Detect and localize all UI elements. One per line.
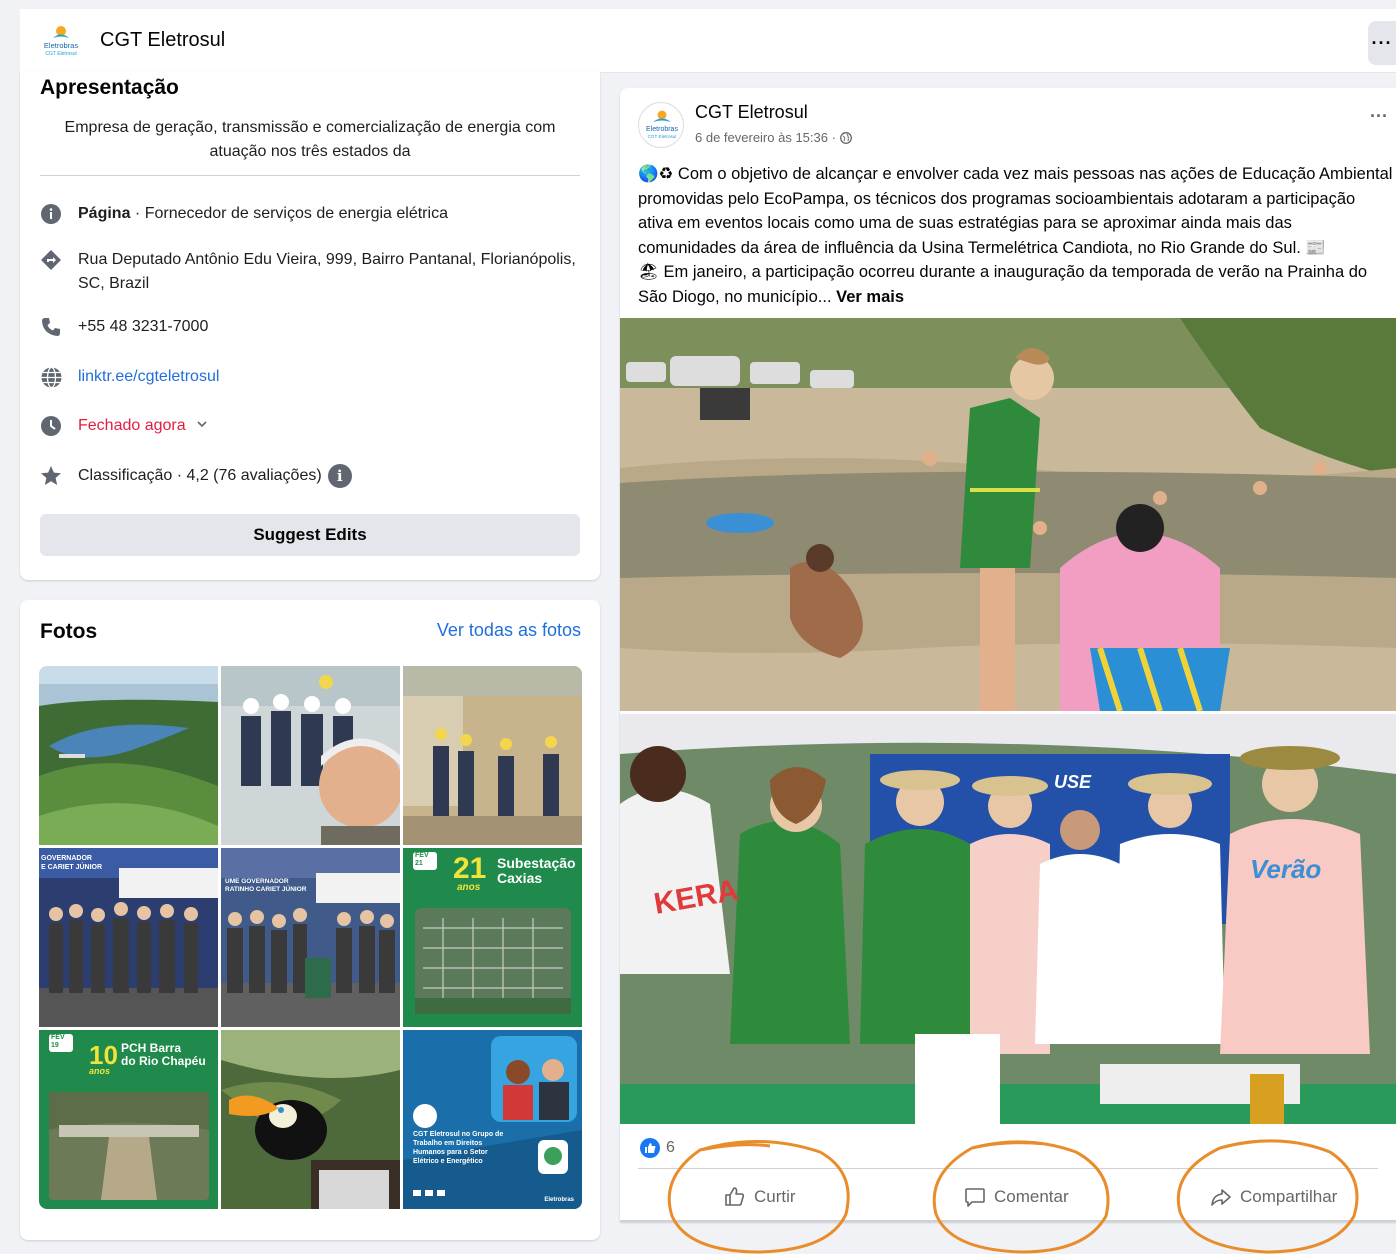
page-header-bar: Eletrobras CGT Eletrosul CGT Eletrosul ·… [20,9,1396,73]
post-timestamp[interactable]: 6 de fevereiro às 15:36 · [695,130,852,147]
post-text: 🌎♻ Com o objetivo de alcançar e envolver… [638,165,1393,306]
post-avatar[interactable]: Eletrobras CGT Eletrosul [638,102,684,148]
post-options-button[interactable]: ··· [1370,106,1388,127]
actions-divider [638,1168,1378,1169]
like-reaction-icon [640,1138,660,1158]
svg-text:CGT Eletrosul: CGT Eletrosul [648,134,677,139]
photo-tile[interactable] [39,666,218,845]
photo-tile[interactable] [221,666,400,845]
thumbs-up-icon [725,1187,745,1206]
post-photo-beach[interactable] [620,318,1396,711]
website-link[interactable]: linktr.ee/cgteletrosul [78,365,219,389]
tile-title: PCH Barra do Rio Chapéu [121,1041,206,1068]
post-author[interactable]: CGT Eletrosul [695,102,808,123]
svg-text:Eletrobras: Eletrobras [44,41,78,50]
rating-text: Classificação · 4,2 (76 avaliações) [78,467,322,484]
intro-description: Empresa de geração, transmissão e comerc… [64,119,556,160]
tile-date: FEV 19 [51,1034,65,1049]
like-button[interactable]: Curtir [724,1182,796,1212]
suggest-edits-button[interactable]: Suggest Edits [40,514,580,556]
category-text: · Fornecedor de serviços de energia elét… [130,205,448,222]
category-row: Página · Fornecedor de serviços de energ… [40,202,580,226]
tile-number: 21 [453,852,487,885]
info-icon [40,203,62,225]
address-row: Rua Deputado Antônio Edu Vieira, 999, Ba… [40,248,580,296]
photo-tile[interactable] [403,666,582,845]
photo-tile[interactable]: FEV 21 21 anos Subestação Caxias [403,848,582,1027]
intro-title: Apresentação [40,76,179,99]
share-icon [1211,1189,1231,1206]
photo-tile[interactable]: CGT Eletrosul no Grupo de Trabalho em Di… [403,1030,582,1209]
see-all-photos-link[interactable]: Ver todas as fotos [437,620,581,641]
tile-caption: UME GOVERNADOR RATINHO CARIET JÚNIOR [225,878,307,893]
svg-text:Eletrobras: Eletrobras [646,126,678,133]
photos-card: Fotos Ver todas as fotos GOVERNADOR E CA… [20,600,600,1240]
post-body: 🌎♻ Com o objetivo de alcançar e envolver… [638,162,1394,310]
post-bottom-divider [620,1220,1396,1222]
comment-button[interactable]: Comentar [964,1182,1069,1212]
location-icon [40,249,62,271]
share-label: Compartilhar [1240,1187,1338,1206]
tile-anos: anos [89,1066,111,1076]
address-text: Rua Deputado Antônio Edu Vieira, 999, Ba… [78,251,576,292]
banner-text: USE [1054,772,1092,792]
clock-icon [40,415,62,437]
intro-divider [40,175,580,176]
tile-title: Subestação Caxias [497,855,576,886]
intro-card: Apresentação Empresa de geração, transmi… [20,72,600,580]
category-prefix: Página [78,205,131,222]
tile-caption: CGT Eletrosul no Grupo de Trabalho em Di… [413,1131,504,1165]
tile-caption: GOVERNADOR E CARIET JÚNIOR [41,855,103,871]
globe-icon [839,132,852,147]
see-more-link[interactable]: Ver mais [836,288,904,306]
photos-title: Fotos [40,620,98,643]
tile-anos: anos [457,882,481,893]
star-icon [40,465,62,487]
eletrobras-logo[interactable]: Eletrobras CGT Eletrosul [38,21,84,61]
chevron-down-icon[interactable] [196,414,208,438]
likes-count: 6 [666,1139,675,1156]
website-row: linktr.ee/cgteletrosul [40,365,580,389]
comment-icon [965,1188,985,1207]
globe-icon [40,366,62,388]
hours-status[interactable]: Fechado agora [78,414,186,438]
photo-tile[interactable]: UME GOVERNADOR RATINHO CARIET JÚNIOR [221,848,400,1027]
post-card: Eletrobras CGT Eletrosul CGT Eletrosul 6… [620,88,1396,1222]
phone-icon [40,316,62,338]
tile-brand: Eletrobras [544,1197,574,1203]
more-options-button[interactable]: ··· [1368,21,1396,65]
tile-date: FEV 21 [415,852,429,867]
more-dots: ··· [1371,32,1393,53]
share-button[interactable]: Compartilhar [1210,1182,1337,1212]
photo-tile[interactable]: FEV 19 10 anos PCH Barra do Rio Chapéu [39,1030,218,1209]
post-date-text: 6 de fevereiro às 15:36 · [695,130,840,145]
rating-row: Classificação · 4,2 (76 avaliações) i [40,464,580,488]
photo-grid: GOVERNADOR E CARIET JÚNIOR UME GOVERNADO… [39,666,582,1209]
rating-info-icon[interactable]: i [327,464,352,488]
reactions-summary[interactable]: 6 [640,1138,675,1158]
phone-row: +55 48 3231-7000 [40,315,580,339]
shirt-text: Verão [1250,854,1322,884]
hours-row: Fechado agora [40,414,580,438]
photo-tile[interactable]: GOVERNADOR E CARIET JÚNIOR [39,848,218,1027]
like-label: Curtir [754,1187,796,1206]
post-photo-group[interactable]: KERA USE Verão [620,714,1396,1124]
page-title[interactable]: CGT Eletrosul [100,29,225,52]
svg-text:CGT Eletrosul: CGT Eletrosul [45,51,76,57]
comment-label: Comentar [994,1187,1069,1206]
photo-tile[interactable] [221,1030,400,1209]
phone-text[interactable]: +55 48 3231-7000 [78,315,208,339]
